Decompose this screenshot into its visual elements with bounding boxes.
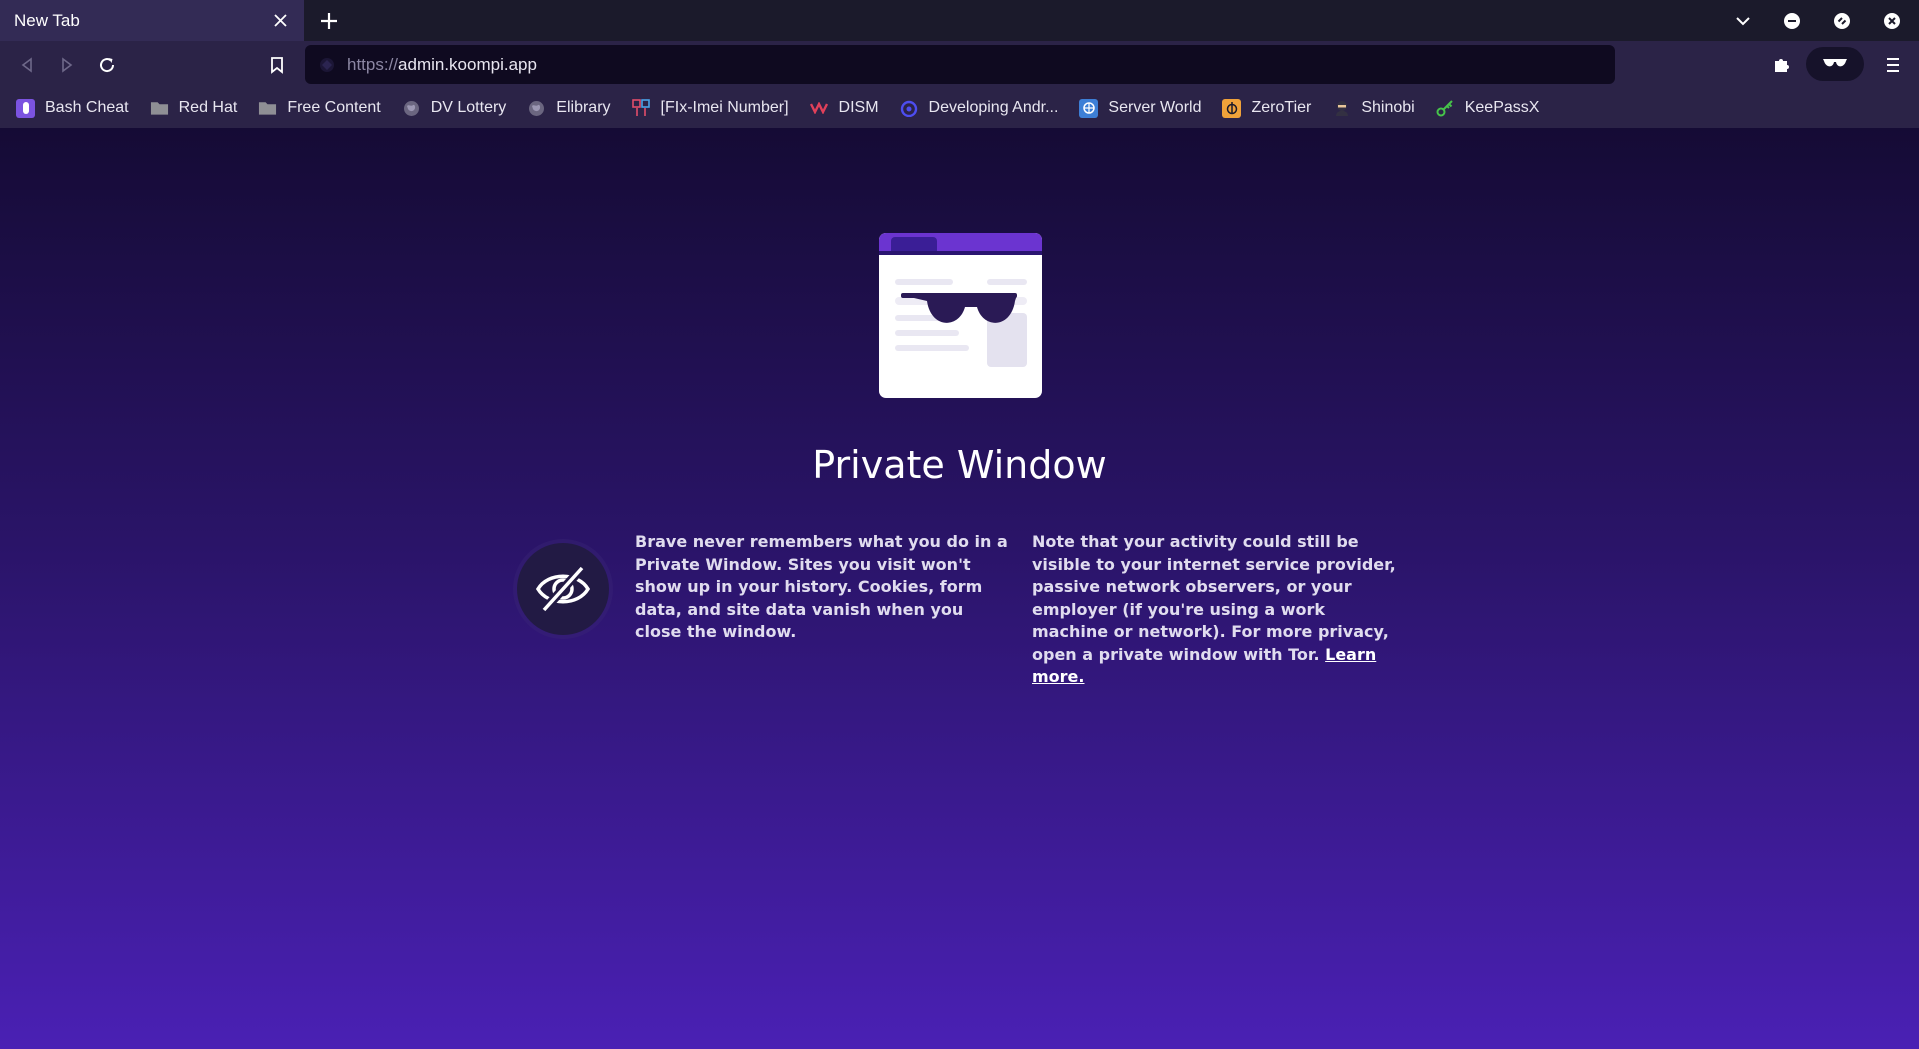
private-eye-badge [517, 543, 609, 635]
forward-button[interactable] [52, 50, 82, 80]
shinobi-favicon [1332, 99, 1351, 118]
tab-strip: New Tab [0, 0, 1919, 41]
bookmark-label: Free Content [287, 99, 381, 116]
globe-icon [402, 99, 421, 118]
bookmark-button[interactable] [262, 50, 292, 80]
address-bar[interactable]: https://admin.koompi.app [305, 45, 1615, 84]
restore-icon [1834, 13, 1850, 29]
eye-slash-icon [535, 564, 591, 614]
bash-cheat-favicon [16, 98, 35, 118]
android-dev-favicon [900, 99, 919, 118]
url-scheme: https:// [347, 54, 399, 74]
tab-new-tab[interactable]: New Tab [0, 0, 304, 41]
minimize-button[interactable] [1780, 9, 1804, 33]
sunglasses-icon [1823, 59, 1847, 67]
bookmark-label: [FIx-Imei Number] [660, 99, 789, 116]
bookmarks-bar: Bash Cheat Red Hat Free Content DV Lotte… [0, 88, 1919, 128]
forward-arrow-icon [62, 57, 73, 73]
bookmark-icon [271, 56, 283, 74]
bookmark-label: Elibrary [556, 99, 611, 116]
new-tab-button[interactable] [316, 8, 342, 34]
tab-search-button[interactable] [1731, 9, 1755, 33]
bookmark-label: Shinobi [1361, 99, 1415, 116]
private-window-description: Brave never remembers what you do in a P… [635, 532, 1008, 641]
bookmark-label: Red Hat [178, 99, 238, 116]
folder-icon [150, 99, 169, 118]
bookmark-label: Bash Cheat [45, 99, 129, 116]
tor-privacy-note: Note that your activity could still be v… [1032, 531, 1402, 689]
main-menu-button[interactable] [1878, 50, 1908, 80]
bookmark-folder[interactable]: Free Content [258, 99, 381, 118]
private-browser-illustration-icon [879, 233, 1042, 398]
close-icon [1884, 13, 1900, 29]
back-arrow-icon [21, 57, 32, 73]
hamburger-icon [1887, 58, 1899, 72]
bookmark-item[interactable]: Shinobi [1332, 99, 1415, 118]
page-title: Private Window [812, 443, 1107, 487]
reload-button[interactable] [92, 50, 122, 80]
bookmark-item[interactable]: DV Lottery [402, 99, 507, 118]
bookmark-item[interactable]: Server World [1079, 98, 1202, 118]
globe-icon [527, 99, 546, 118]
private-window-indicator[interactable] [1806, 47, 1864, 81]
url-host: admin.koompi.app [398, 54, 537, 74]
puzzle-icon [1775, 59, 1789, 72]
imei-favicon [632, 99, 651, 118]
close-window-button[interactable] [1880, 9, 1904, 33]
tab-title: New Tab [14, 10, 80, 30]
bookmark-label: ZeroTier [1251, 99, 1312, 116]
toolbar: https://admin.koompi.app [0, 41, 1919, 88]
bookmark-item[interactable]: Developing Andr... [900, 99, 1059, 118]
bookmark-item[interactable]: DISM [810, 99, 879, 118]
bookmark-folder[interactable]: Red Hat [150, 99, 238, 118]
restore-button[interactable] [1830, 9, 1854, 33]
bookmark-label: Server World [1108, 99, 1202, 116]
site-info-icon[interactable] [319, 57, 335, 73]
tab-close-icon[interactable] [270, 11, 290, 31]
bookmark-label: KeePassX [1464, 99, 1540, 116]
bookmark-item[interactable]: KeePassX [1436, 99, 1540, 118]
bookmark-item[interactable]: [FIx-Imei Number] [632, 99, 789, 118]
bookmark-item[interactable]: Elibrary [527, 99, 611, 118]
keepassx-favicon [1436, 99, 1455, 118]
plus-icon [321, 13, 337, 29]
dism-favicon [810, 99, 829, 118]
bookmark-label: DV Lottery [430, 99, 507, 116]
zerotier-favicon [1222, 98, 1242, 118]
bookmark-item[interactable]: Bash Cheat [16, 98, 129, 118]
chevron-down-icon [1736, 17, 1750, 26]
extensions-button[interactable] [1766, 50, 1796, 80]
reload-icon [100, 58, 115, 73]
bookmark-label: Developing Andr... [928, 99, 1059, 116]
bookmark-label: DISM [838, 99, 879, 116]
server-world-favicon [1079, 98, 1099, 118]
back-button[interactable] [12, 50, 42, 80]
private-window-page: Private Window Brave never remembers wha… [0, 128, 1919, 1049]
bookmark-item[interactable]: ZeroTier [1222, 98, 1312, 118]
folder-icon [258, 99, 277, 118]
minimize-icon [1784, 13, 1800, 29]
